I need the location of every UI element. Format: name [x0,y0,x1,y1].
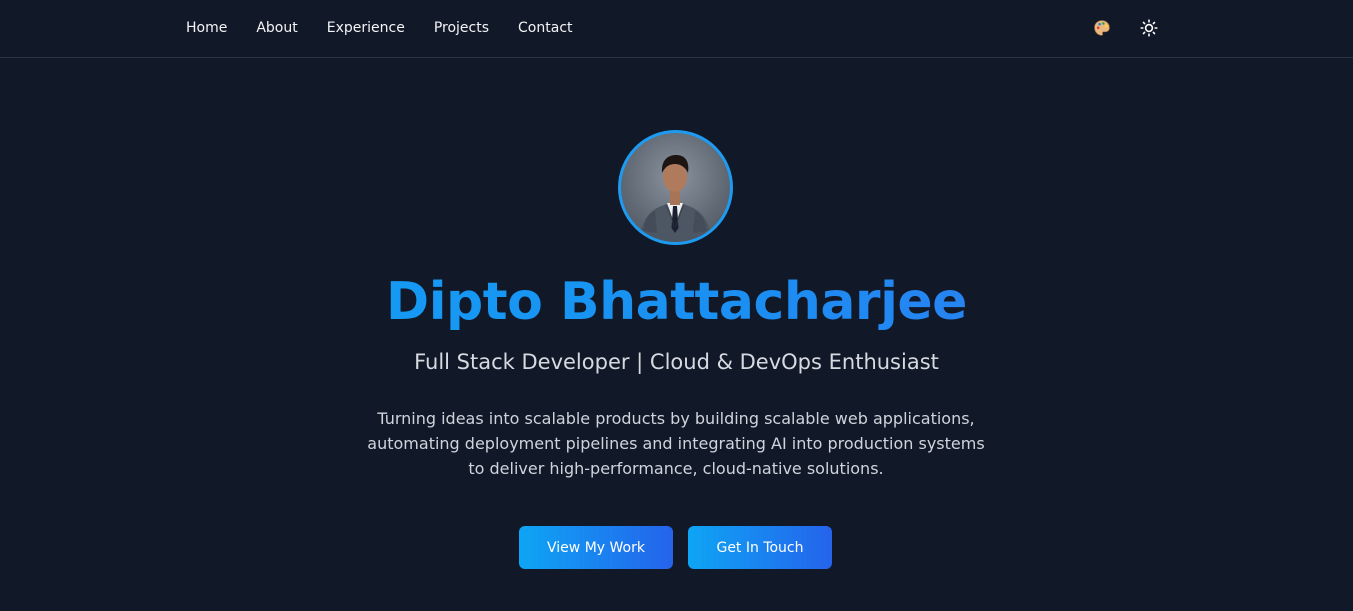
hero-subtitle: Full Stack Developer | Cloud & DevOps En… [414,350,939,374]
navbar: Home About Experience Projects Contact [0,0,1353,58]
hero-section: Dipto Bhattacharjee Full Stack Developer… [0,58,1353,611]
nav-link-contact[interactable]: Contact [518,19,572,37]
nav-link-about[interactable]: About [256,19,297,37]
profile-photo [639,155,712,242]
sun-icon [1140,19,1158,37]
hero-description: Turning ideas into scalable products by … [367,409,985,478]
theme-palette-button[interactable] [1092,18,1112,38]
theme-toggle-button[interactable] [1139,18,1159,38]
nav-link-projects[interactable]: Projects [434,19,489,37]
nav-link-home[interactable]: Home [186,19,227,37]
nav-icons [1092,18,1159,38]
cta-buttons: View My Work Get In Touch [519,526,832,569]
get-in-touch-button[interactable]: Get In Touch [688,526,832,569]
nav-links: Home About Experience Projects Contact [186,19,602,37]
nav-link-experience[interactable]: Experience [327,19,405,37]
view-my-work-button[interactable]: View My Work [519,526,673,569]
palette-icon [1094,20,1110,36]
hero-name: Dipto Bhattacharjee [0,270,1353,334]
profile-avatar [618,130,733,245]
